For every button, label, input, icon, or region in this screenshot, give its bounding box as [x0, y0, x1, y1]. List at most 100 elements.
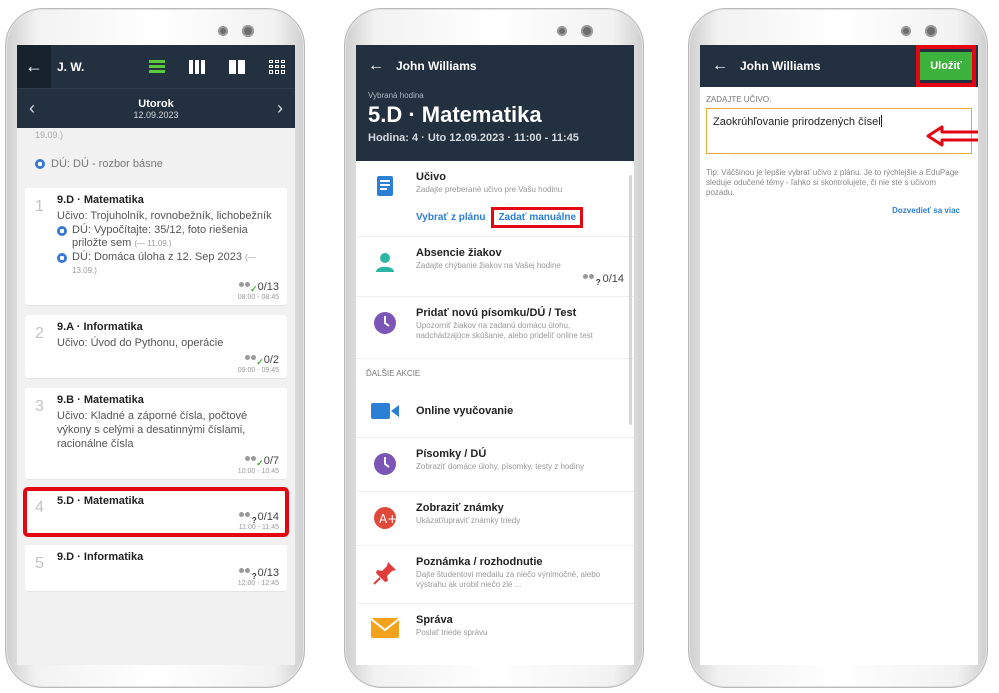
notebook-icon: [377, 176, 393, 196]
attendance-count: 0/7: [263, 455, 279, 467]
lesson-header: ← John Williams Vybraná hodina 5.D · Mat…: [356, 45, 634, 161]
action-description: Poslať triede správu: [416, 628, 488, 637]
lesson-title: 5.D · Matematika: [57, 495, 144, 507]
action-online[interactable]: Online vyučovanie: [356, 384, 634, 438]
video-camera-icon: [371, 402, 399, 419]
action-tests-homework[interactable]: Písomky / DÚ Zobraziť domáce úlohy, píso…: [356, 438, 634, 492]
topic-form: ZADAJTE UČIVO: Zaokrúhľovanie prirodzený…: [700, 87, 978, 665]
lesson-card-1[interactable]: 1 9.D · Matematika Učivo: Trojuholník, r…: [25, 188, 287, 305]
lesson-subtitle: Hodina: 4 · Uto 12.09.2023 · 11:00 - 11:…: [368, 132, 579, 144]
action-grades[interactable]: A+ Zobraziť známky Ukázať/upraviť známky…: [356, 492, 634, 546]
selected-lesson-label: Vybraná hodina: [368, 91, 424, 100]
camera-icon: [901, 26, 911, 36]
chevron-left-icon[interactable]: ‹: [29, 98, 35, 119]
clock-icon: [374, 312, 396, 334]
lesson-time: 09:00 - 09:45: [237, 367, 279, 374]
camera-icon: [925, 25, 937, 37]
lesson-title: 9.B · Matematika: [57, 394, 144, 406]
attendance-pending-icon: ?: [238, 568, 257, 581]
save-button[interactable]: Uložiť: [920, 52, 972, 80]
homework-text: DÚ: DÚ - rozbor básne: [51, 158, 163, 170]
lesson-title: 9.D · Matematika: [57, 194, 144, 206]
truncated-text: 19.09.): [35, 130, 64, 140]
lesson-time: 11:00 - 11:45: [238, 524, 279, 531]
lesson-title: 5.D · Matematika: [368, 102, 542, 127]
action-new-test[interactable]: Pridať novú písomku/DÚ / Test Upozorniť …: [356, 297, 634, 359]
action-description: Dajte študentovi medailu za niečo výnimo…: [416, 570, 601, 589]
lesson-title: 9.D · Informatika: [57, 551, 144, 563]
lesson-card-2[interactable]: 2 9.A · Informatika Učivo: Úvod do Pytho…: [25, 315, 287, 378]
enter-manually-link[interactable]: Zadať manuálne: [491, 207, 584, 228]
lock-icon: [35, 159, 45, 169]
app-header: ← J. W.: [17, 45, 295, 88]
action-message[interactable]: Správa Poslať triede správu: [356, 604, 634, 658]
two-column-view-icon[interactable]: [229, 59, 245, 74]
action-description: Upozorniť žiakov na zadanú domácu úlohu,…: [416, 321, 593, 340]
action-title: Učivo: [416, 171, 446, 183]
lesson-title: 9.A · Informatika: [57, 321, 143, 333]
three-column-view-icon[interactable]: [189, 59, 205, 74]
camera-icon: [581, 25, 593, 37]
lesson-topic: Učivo: Kladné a záporné čísla, počtové v…: [57, 410, 248, 450]
text-caret: [880, 115, 882, 127]
arrow-left-icon[interactable]: ←: [368, 57, 384, 75]
action-ucivo: Učivo Zadajte preberané učivo pre Vašu h…: [356, 161, 634, 237]
section-label: ĎALŠIE AKCIE: [366, 369, 421, 378]
list-view-icon[interactable]: [149, 59, 165, 74]
arrow-left-icon[interactable]: ←: [712, 57, 728, 75]
day-navigator: ‹ Utorok 12.09.2023 ›: [17, 88, 295, 128]
attendance-pending-icon: ?: [238, 512, 257, 525]
lesson-topic: Učivo: Trojuholník, rovnobežník, lichobe…: [57, 210, 272, 222]
action-title: Online vyučovanie: [416, 404, 514, 417]
actions-list: Učivo Zadajte preberané učivo pre Vašu h…: [356, 161, 634, 665]
action-title: Absencie žiakov: [416, 247, 502, 259]
lock-icon: [57, 226, 67, 236]
student-icon: [376, 253, 394, 272]
action-description: Ukázať/upraviť známky triedy: [416, 516, 521, 525]
lesson-list: 19.09.) DÚ: DÚ - rozbor básne 1 9.D · Ma…: [17, 128, 295, 591]
arrow-left-icon: ←: [25, 56, 43, 76]
back-button[interactable]: ←: [17, 45, 51, 88]
action-description: Zobraziť domáce úlohy, písomky, testy z …: [416, 462, 585, 471]
grade-icon: A+: [374, 507, 397, 529]
lesson-number: 3: [35, 398, 44, 415]
scrollbar[interactable]: [629, 175, 632, 425]
user-name: John Williams: [740, 59, 821, 73]
chevron-right-icon[interactable]: ›: [277, 98, 283, 119]
lesson-actions-screen: ← John Williams Vybraná hodina 5.D · Mat…: [356, 45, 634, 665]
attendance-done-icon: ✓: [244, 456, 264, 468]
attendance-count: 0/13: [257, 567, 279, 579]
select-from-plan-link[interactable]: Vybrať z plánu: [416, 212, 485, 223]
svg-text:A+: A+: [379, 512, 397, 526]
pin-icon: [373, 562, 396, 585]
camera-icon: [242, 25, 254, 37]
grid-view-icon[interactable]: [269, 59, 285, 74]
action-title: Správa: [416, 614, 453, 626]
user-name: John Williams: [396, 59, 477, 73]
attendance-count: 0/2: [263, 354, 279, 366]
action-note[interactable]: Poznámka / rozhodnutie Dajte študentovi …: [356, 546, 634, 604]
tip-text: Tip: Väčšinou je lepšie vybrať učivo z p…: [706, 168, 959, 197]
phone-enter-topic: ← John Williams Uložiť ZADAJTE UČIVO: Za…: [688, 8, 988, 688]
action-absence[interactable]: Absencie žiakov Zadajte chýbanie žiakov …: [356, 237, 634, 297]
action-description: Zadajte preberané učivo pre Vašu hodinu: [416, 185, 563, 194]
lesson-number: 2: [35, 325, 44, 342]
view-switcher: [149, 59, 295, 74]
action-description: Zadajte chýbanie žiakov na Vašej hodine: [416, 261, 561, 270]
learn-more-link[interactable]: Dozvedieť sa viac: [706, 206, 972, 215]
user-initials: J. W.: [57, 59, 85, 74]
lesson-card-3[interactable]: 3 9.B · Matematika Učivo: Kladné a zápor…: [25, 388, 287, 479]
homework-item[interactable]: DÚ: Vypočítajte: 35/12, foto riešenia pr…: [57, 224, 279, 250]
action-title: Zobraziť známky: [416, 502, 504, 514]
lesson-card-5[interactable]: 5 9.D · Informatika ? 0/13 12:00 - 12:45: [25, 545, 287, 591]
save-highlight: Uložiť: [916, 45, 976, 87]
attendance-done-icon: ✓: [238, 282, 258, 294]
homework-item[interactable]: DÚ: DÚ - rozbor básne: [25, 142, 287, 188]
enter-topic-screen: ← John Williams Uložiť ZADAJTE UČIVO: Za…: [700, 45, 978, 665]
arrow-left-icon: [926, 125, 978, 147]
absence-count: 0/14: [602, 273, 624, 285]
lock-icon: [57, 253, 67, 263]
homework-item[interactable]: DÚ: Domáca úloha z 12. Sep 2023 (— 13.09…: [57, 251, 279, 277]
lesson-card-4[interactable]: 4 5.D · Matematika ? 0/14 11:00 - 11:45: [23, 487, 289, 537]
field-label: ZADAJTE UČIVO:: [706, 95, 772, 104]
